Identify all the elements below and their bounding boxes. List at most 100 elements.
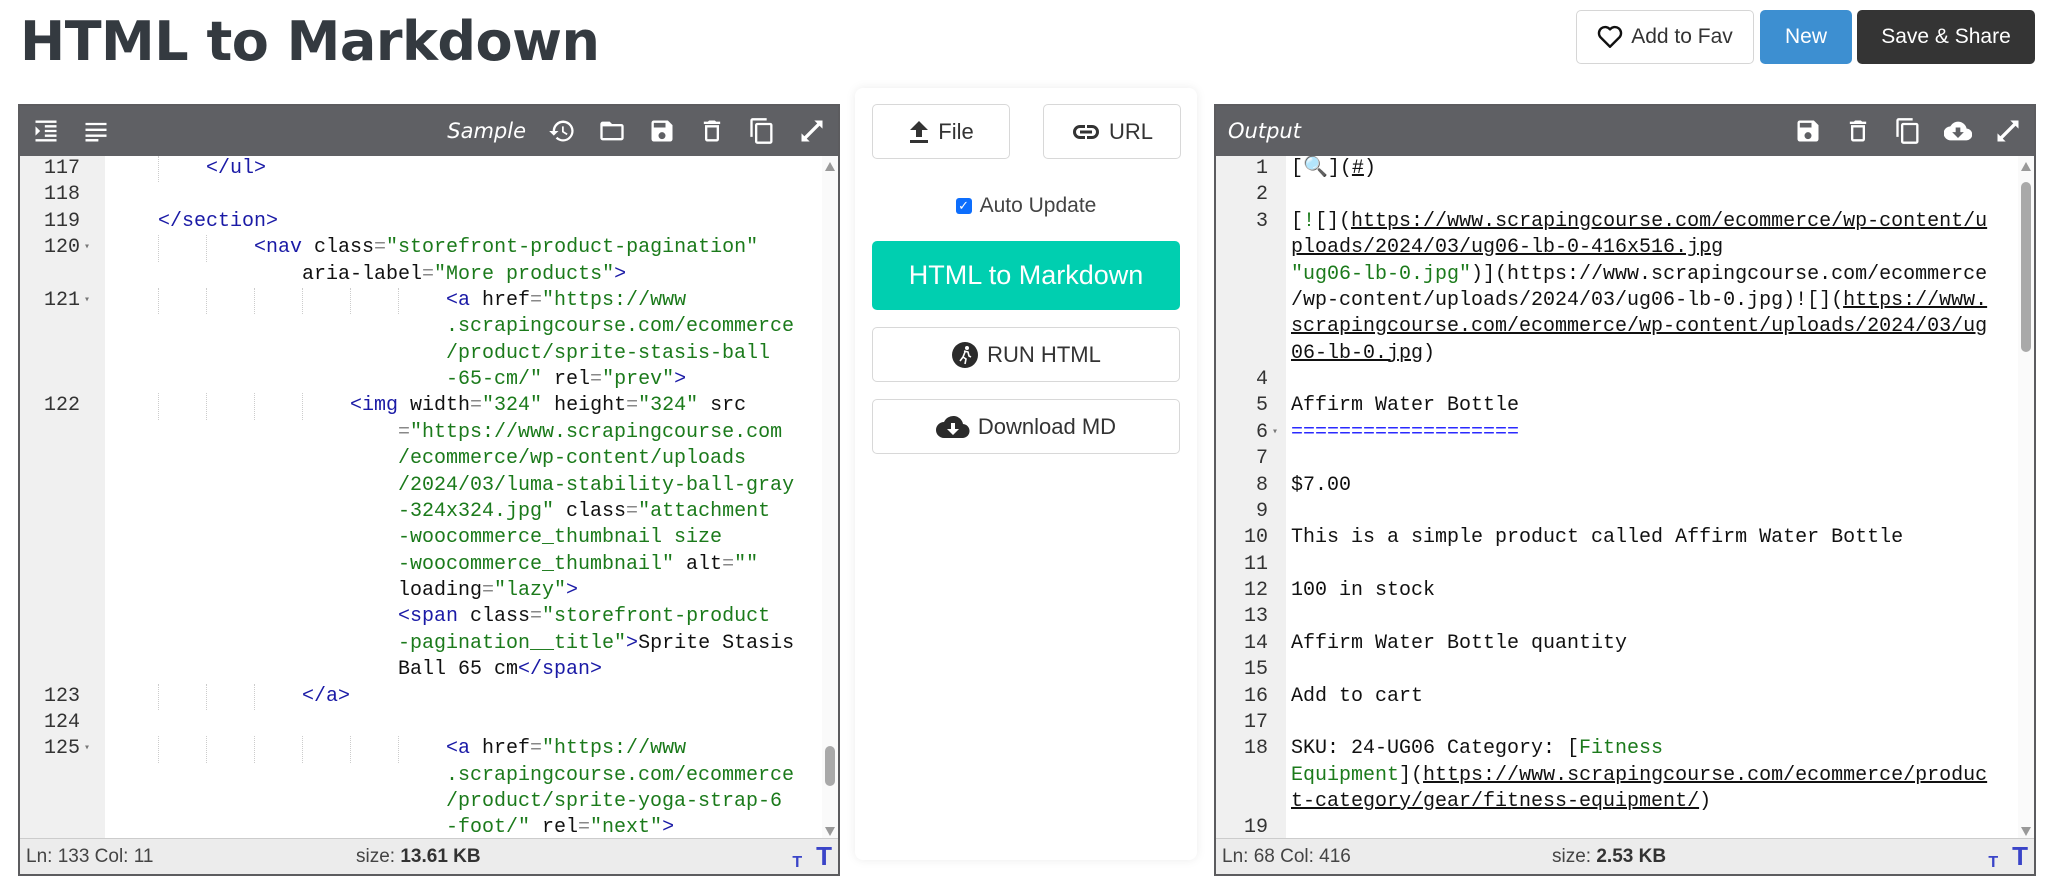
line-number: 6 — [1255, 420, 1268, 444]
cloud-download-icon — [935, 415, 970, 438]
copy-icon[interactable] — [748, 117, 776, 145]
fold-arrow-icon[interactable]: ▾ — [84, 288, 90, 314]
code-token: <nav — [254, 236, 315, 260]
code-token: = — [374, 236, 387, 260]
wrap-lines-icon[interactable] — [82, 117, 110, 145]
file-upload-button[interactable]: File — [872, 104, 1010, 159]
code-token[interactable]: t-category/gear/fitness-equipment/ — [1291, 790, 1699, 813]
code-line: 117 </ul> — [20, 156, 838, 183]
save-icon[interactable] — [648, 117, 676, 145]
add-to-fav-button[interactable]: Add to Fav — [1576, 10, 1754, 64]
run-html-button[interactable]: RUN HTML — [872, 327, 1180, 382]
code-token[interactable]: scrapingcourse.com/ecommerce/wp-content/… — [1291, 315, 1987, 338]
line-number: 117 — [43, 157, 80, 180]
fold-arrow-icon[interactable]: ▾ — [1272, 420, 1278, 446]
code-line: /ecommerce/wp-content/uploads — [20, 446, 838, 472]
code-token[interactable]: https://www.scrapingcourse.com/ecommerce… — [1351, 210, 1987, 233]
indent-guide — [206, 235, 207, 262]
line-text: -woocommerce_thumbnail" alt="" — [398, 552, 758, 578]
font-increase-icon[interactable]: T — [2012, 841, 2028, 872]
scroll-thumb — [825, 746, 835, 786]
line-text: Add to cart — [1291, 684, 1423, 710]
code-token: </a> — [302, 684, 351, 708]
code-token: ) — [1423, 341, 1436, 365]
code-token[interactable]: 06-lb-0.jpg — [1291, 342, 1423, 365]
trash-icon[interactable] — [698, 117, 726, 145]
code-line: 118 — [20, 182, 838, 208]
code-token: .scrapingcourse.com/ecommerce — [446, 763, 795, 787]
expand-icon[interactable] — [798, 117, 826, 145]
markdown-output-panel: Output 1 [🔍](#) 2 3 [![](https://www.scrapin… — [1214, 104, 2036, 876]
url-button[interactable]: URL — [1043, 104, 1181, 159]
code-token: 100 in stock — [1291, 579, 1436, 602]
code-token: aria-label — [302, 262, 423, 286]
code-line: 12 100 in stock — [1216, 578, 2034, 604]
download-md-button[interactable]: Download MD — [872, 399, 1180, 454]
code-token: Affirm Water Bottle quantity — [1291, 631, 1628, 655]
markdown-code-area[interactable]: 1 [🔍](#) 2 3 [![](https://www.scrapingcourse… — [1216, 156, 2034, 842]
line-number: 7 — [1255, 447, 1268, 471]
code-token: Equipment — [1291, 763, 1400, 787]
code-line: 3 [![](https://www.scrapingcourse.com/eco… — [1216, 209, 2034, 235]
output-status-bar: Ln: 68 Col: 416 size: 2.53 KB TT — [1216, 838, 2034, 874]
code-token: )](https://www.scrapingcourse.com/ecomme… — [1471, 262, 1988, 286]
code-token: </span> — [518, 658, 603, 682]
line-text: .scrapingcourse.com/ecommerce — [446, 763, 794, 789]
line-number: 15 — [1243, 658, 1268, 682]
font-increase-icon[interactable]: T — [816, 841, 832, 872]
font-decrease-icon[interactable]: T — [1988, 854, 1998, 872]
code-token: "https://www — [542, 737, 687, 761]
code-token: </section> — [158, 209, 279, 233]
sample-label[interactable]: Sample — [447, 119, 526, 143]
auto-update-checkbox[interactable]: ✓ — [955, 198, 972, 214]
code-line: /product/sprite-yoga-strap-6 — [20, 789, 838, 815]
expand-icon[interactable] — [1994, 117, 2022, 145]
code-token: = — [590, 368, 603, 391]
code-token: "" — [734, 552, 759, 576]
indent-guide — [158, 235, 159, 262]
code-token[interactable]: # — [1352, 157, 1364, 180]
code-token: = — [422, 262, 435, 286]
save-icon[interactable] — [1794, 117, 1822, 145]
editor-scrollbar[interactable] — [822, 156, 838, 842]
history-icon[interactable] — [548, 117, 576, 145]
cursor-position: Ln: 133 Col: 11 — [26, 845, 154, 867]
font-decrease-icon[interactable]: T — [792, 854, 802, 872]
line-text: This is a simple product called Affirm W… — [1291, 525, 1903, 551]
fold-arrow-icon[interactable]: ▾ — [84, 736, 90, 762]
code-line: 5 Affirm Water Bottle — [1216, 393, 2034, 419]
cloud-download-icon[interactable] — [1944, 117, 1972, 145]
code-token[interactable]: https://www. — [1843, 289, 1987, 312]
code-token: /2024/03/luma-stability-ball-gray — [398, 473, 795, 497]
copy-icon[interactable] — [1894, 117, 1922, 145]
code-token[interactable]: https://www.scrapingcourse.com/ecommerce… — [1423, 764, 1987, 787]
auto-update-toggle[interactable]: ✓ Auto Update — [855, 194, 1197, 218]
code-token[interactable]: ploads/2024/03/ug06-lb-0-416x516.jpg — [1291, 236, 1723, 259]
fold-arrow-icon[interactable]: ▾ — [84, 235, 90, 261]
code-line: -324x324.jpg" class="attachment — [20, 499, 838, 525]
trash-icon[interactable] — [1844, 117, 1872, 145]
output-scrollbar[interactable] — [2018, 156, 2034, 842]
line-text: <img width="324" height="324" src — [350, 393, 746, 419]
indent-icon[interactable] — [32, 117, 60, 145]
convert-button[interactable]: HTML to Markdown — [872, 241, 1180, 310]
indent-guide — [254, 683, 255, 710]
code-token: "ug06-lb-0.jpg" — [1291, 262, 1472, 286]
code-line: Ball 65 cm</span> — [20, 657, 838, 683]
code-token: src — [710, 394, 747, 418]
line-number: 13 — [1243, 605, 1268, 629]
line-text: .scrapingcourse.com/ecommerce — [446, 314, 794, 340]
code-token: <img — [350, 394, 411, 418]
indent-guide — [254, 393, 255, 420]
line-text: <span class="storefront-product — [398, 604, 770, 630]
line-number: 120 — [43, 236, 80, 260]
indent-guide — [254, 287, 255, 315]
code-token: rel — [542, 816, 579, 840]
save-share-button[interactable]: Save & Share — [1857, 10, 2035, 64]
html-code-area[interactable]: 117 </ul> 118 119 </section> 120 ▾ <nav class="… — [20, 156, 838, 842]
line-text: Equipment](https://www.scrapingcourse.co… — [1291, 763, 1987, 789]
new-button[interactable]: New — [1760, 10, 1852, 64]
line-number: 14 — [1243, 631, 1268, 655]
code-line: 18 SKU: 24-UG06 Category: [Fitness — [1216, 736, 2034, 762]
folder-icon[interactable] — [598, 117, 626, 145]
